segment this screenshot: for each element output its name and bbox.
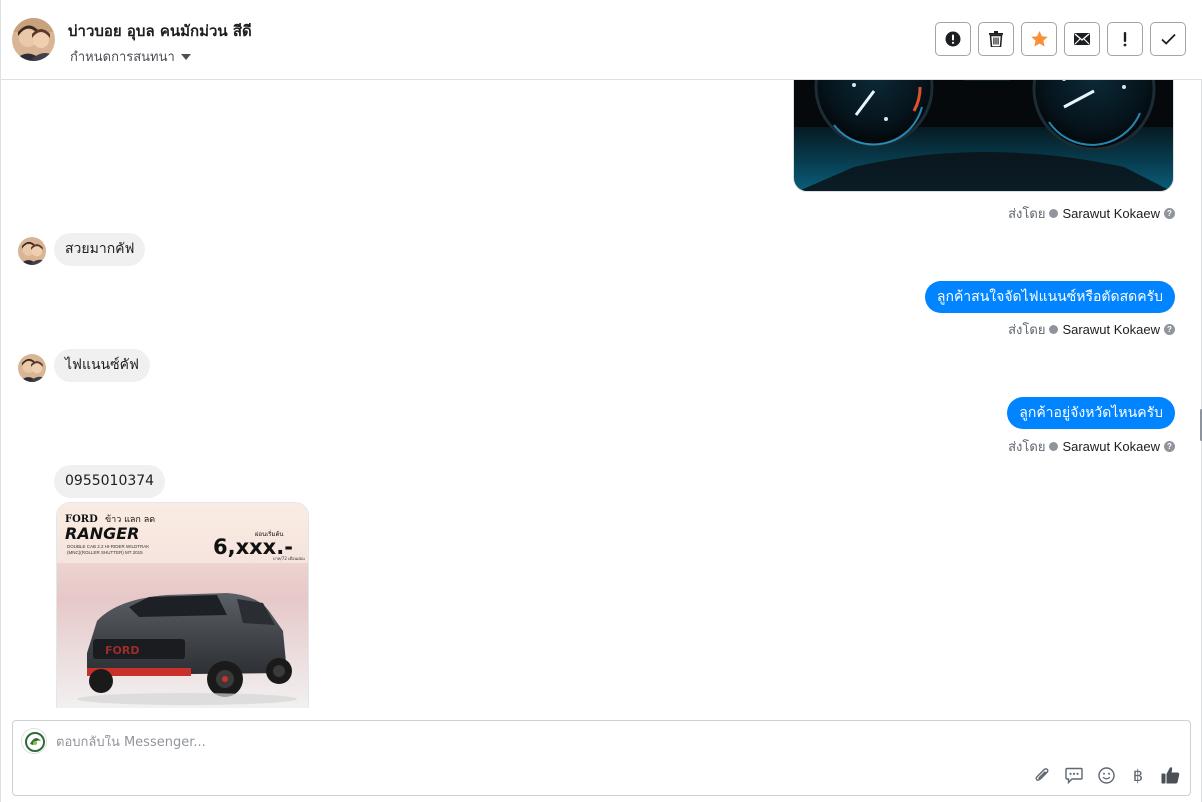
incoming-message[interactable]: ไฟแนนซ์คัฟ: [54, 349, 150, 382]
trash-icon: [989, 31, 1003, 47]
composer-tools: ฿: [1032, 765, 1180, 785]
baht-icon: ฿: [1132, 765, 1144, 785]
sent-by-prefix: ส่งโดย: [1008, 323, 1046, 338]
incoming-message[interactable]: 0955010374: [54, 465, 166, 498]
verified-icon: [1049, 209, 1059, 218]
help-icon[interactable]: ?: [1164, 208, 1175, 219]
star-button[interactable]: [1021, 22, 1057, 56]
contact-avatar[interactable]: [12, 18, 55, 61]
message-input[interactable]: [56, 735, 956, 750]
emoji-button[interactable]: [1096, 765, 1116, 785]
message-composer: ฿: [12, 720, 1191, 796]
like-button[interactable]: [1160, 765, 1180, 785]
mark-unread-button[interactable]: [1064, 22, 1100, 56]
contact-name[interactable]: บ่าวบอย อุบล คนมักม่วน สีดี: [68, 19, 252, 43]
saved-replies-button[interactable]: [1064, 765, 1084, 785]
sent-by-name[interactable]: Sarawut Kokaew: [1062, 439, 1160, 454]
outgoing-image-dashboard[interactable]: 69344 km: [793, 80, 1174, 192]
star-icon: [1030, 31, 1048, 47]
incoming-image-car-ad[interactable]: FORD ข้าว แลก ลด RANGER DOUBLE CAB 2.2 H…: [56, 502, 309, 708]
message-thread[interactable]: 69344 km ส่งโดย Sarawut Kokaew ?: [1, 80, 1202, 708]
help-icon[interactable]: ?: [1164, 441, 1175, 452]
contact-avatar-small[interactable]: [18, 354, 46, 382]
emoji-icon: [1097, 766, 1115, 784]
assign-conversation-dropdown[interactable]: กำหนดการสนทนา: [70, 46, 191, 67]
sent-by-prefix: ส่งโดย: [1008, 207, 1046, 222]
saved-reply-icon: [1065, 767, 1083, 784]
ad-model: RANGER: [65, 524, 139, 543]
mark-done-button[interactable]: [1150, 22, 1186, 56]
payment-button[interactable]: ฿: [1128, 765, 1148, 785]
help-icon[interactable]: ?: [1164, 324, 1175, 335]
sent-by-label: ส่งโดย Sarawut Kokaew ?: [1008, 319, 1175, 340]
caret-down-icon: [180, 54, 191, 60]
conversation-panel: บ่าวบอย อุบล คนมักม่วน สีดี กำหนดการสนทน…: [0, 0, 1202, 802]
spam-button[interactable]: [935, 22, 971, 56]
incoming-message[interactable]: สวยมากคัฟ: [54, 233, 146, 266]
attach-button[interactable]: [1032, 765, 1052, 785]
svg-text:FORD: FORD: [105, 644, 139, 657]
ad-price-note: บาท/72 เดือนผ่อน: [273, 556, 305, 561]
outgoing-message[interactable]: ลูกค้าสนใจจัดไฟแนนซ์หรือตัดสดครับ: [924, 281, 1175, 313]
ad-desc-line2: (MNC)(ROLLER SHUTTER) MT 2015: [67, 550, 143, 555]
page-avatar: [21, 728, 47, 754]
exclamation-icon: [1123, 31, 1127, 46]
paperclip-icon: [1035, 767, 1048, 781]
sent-by-label: ส่งโดย Sarawut Kokaew ?: [1008, 203, 1175, 224]
conversation-header: บ่าวบอย อุบล คนมักม่วน สีดี กำหนดการสนทน…: [1, 0, 1202, 80]
check-icon: [1160, 33, 1176, 45]
header-actions: [935, 22, 1186, 56]
sent-by-prefix: ส่งโดย: [1008, 440, 1046, 455]
verified-icon: [1049, 325, 1059, 334]
sent-by-label: ส่งโดย Sarawut Kokaew ?: [1008, 436, 1175, 457]
ad-desc-line1: DOUBLE CAB 2.2 HI-RIDER WILDTRAK: [67, 544, 149, 549]
sent-by-name[interactable]: Sarawut Kokaew: [1062, 206, 1160, 221]
alert-circle-icon: [945, 31, 961, 47]
verified-icon: [1049, 442, 1059, 451]
envelope-icon: [1074, 33, 1090, 45]
sent-by-name[interactable]: Sarawut Kokaew: [1062, 322, 1160, 337]
thumbs-up-icon: [1161, 767, 1179, 784]
follow-up-button[interactable]: [1107, 22, 1143, 56]
delete-button[interactable]: [978, 22, 1014, 56]
assign-label: กำหนดการสนทนา: [70, 50, 175, 65]
contact-avatar-small[interactable]: [18, 237, 46, 265]
outgoing-message[interactable]: ลูกค้าอยู่จังหวัดไหนครับ: [1007, 397, 1175, 429]
